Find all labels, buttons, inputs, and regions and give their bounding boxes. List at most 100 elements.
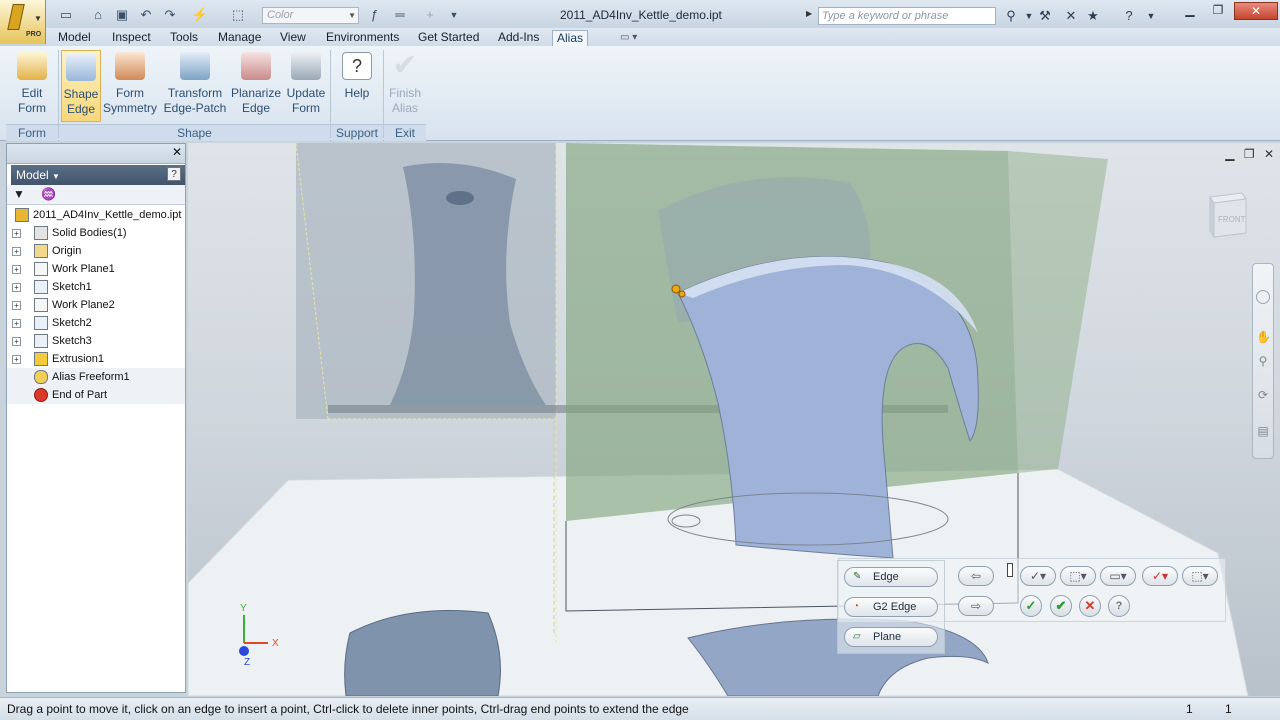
- binoculars-icon[interactable]: ♒: [41, 187, 56, 201]
- update-icon[interactable]: ⚡: [190, 6, 210, 24]
- filter-icon[interactable]: ▼: [13, 187, 25, 201]
- help-button[interactable]: ? Help: [337, 50, 377, 122]
- open-file-icon[interactable]: ⌂: [88, 6, 108, 24]
- binoculars-icon[interactable]: ⚲: [1002, 7, 1020, 25]
- application-menu-button[interactable]: ▼ PRO: [0, 0, 46, 44]
- plus-icon[interactable]: +: [420, 6, 440, 24]
- form-symmetry-button[interactable]: Form Symmetry: [102, 50, 158, 122]
- minimize-button[interactable]: ▁: [1176, 2, 1204, 20]
- expand-icon[interactable]: +: [12, 247, 21, 256]
- search-input[interactable]: Type a keyword or phrase: [818, 7, 996, 25]
- minimize-icon[interactable]: ▁: [1225, 147, 1234, 161]
- tree-item-label: Solid Bodies(1): [52, 227, 127, 239]
- communication-center-icon[interactable]: ✕: [1062, 7, 1080, 25]
- shape-edge-button[interactable]: Shape Edge: [61, 50, 101, 122]
- expand-icon[interactable]: +: [12, 283, 21, 292]
- new-file-icon[interactable]: ▭: [56, 6, 76, 24]
- tree-item-work-plane2[interactable]: + Work Plane2: [7, 296, 185, 314]
- redo-shape-button[interactable]: ⇨: [958, 596, 994, 616]
- expand-icon[interactable]: +: [12, 319, 21, 328]
- color-combo[interactable]: Color ▼: [262, 7, 359, 24]
- favorites-star-icon[interactable]: ★: [1084, 7, 1102, 25]
- measure-icon[interactable]: ═: [390, 6, 410, 24]
- graphics-viewport[interactable]: Y X Z ▁ ❐ ✕ FRONT ✋ ⚲ ⟳ ▤ ✎ Edge ◔ G2 Ed…: [188, 143, 1280, 696]
- close-button[interactable]: ✕: [1234, 2, 1278, 20]
- expand-icon[interactable]: +: [12, 229, 21, 238]
- continuity-dropdown[interactable]: ✓▾: [1142, 566, 1178, 586]
- help-dropdown-icon[interactable]: ▼: [1142, 7, 1160, 25]
- control-point[interactable]: [671, 284, 681, 294]
- expand-icon[interactable]: +: [12, 355, 21, 364]
- plane-mode-button[interactable]: ▱ Plane: [844, 627, 938, 647]
- tree-item-solid-bodies[interactable]: + Solid Bodies(1): [7, 224, 185, 242]
- part-icon: [15, 208, 29, 222]
- options-dropdown[interactable]: ⬚▾: [1182, 566, 1218, 586]
- tab-alias[interactable]: Alias: [552, 30, 589, 47]
- cancel-x-icon[interactable]: ✕: [1079, 595, 1101, 617]
- expand-icon[interactable]: +: [12, 265, 21, 274]
- help-circle-icon[interactable]: ?: [1120, 7, 1138, 25]
- tree-item-alias-freeform1[interactable]: Alias Freeform1: [7, 368, 185, 386]
- toolbar-grip-icon[interactable]: [1007, 563, 1013, 577]
- apply-check-icon[interactable]: ✓: [1020, 595, 1042, 617]
- restore-icon[interactable]: ❐: [1244, 147, 1255, 161]
- update-form-button[interactable]: Update Form: [284, 50, 328, 122]
- zoom-icon[interactable]: ⚲: [1256, 354, 1270, 368]
- save-icon[interactable]: ▣: [112, 6, 132, 24]
- tree-item-sketch1[interactable]: + Sketch1: [7, 278, 185, 296]
- pan-icon[interactable]: ✋: [1256, 330, 1271, 344]
- edge-mode-button[interactable]: ✎ Edge: [844, 567, 938, 587]
- undo-icon[interactable]: ↶: [136, 6, 156, 24]
- tree-item-part[interactable]: 2011_AD4Inv_Kettle_demo.ipt: [7, 206, 185, 224]
- tree-item-origin[interactable]: + Origin: [7, 242, 185, 260]
- look-at-icon[interactable]: ▤: [1256, 424, 1270, 438]
- select-icon[interactable]: ⬚: [228, 6, 248, 24]
- tree-item-sketch2[interactable]: + Sketch2: [7, 314, 185, 332]
- expand-icon[interactable]: +: [12, 301, 21, 310]
- steering-wheel-icon[interactable]: [1256, 290, 1270, 304]
- tree-item-work-plane1[interactable]: + Work Plane1: [7, 260, 185, 278]
- tree-item-end-of-part[interactable]: End of Part: [7, 386, 185, 404]
- undo-shape-button[interactable]: ⇦: [958, 566, 994, 586]
- status-bar: Drag a point to move it, click on an edg…: [0, 697, 1280, 720]
- tab-inspect[interactable]: Inspect: [108, 30, 155, 47]
- orbit-icon[interactable]: ⟳: [1256, 388, 1270, 402]
- tree-item-extrusion1[interactable]: + Extrusion1: [7, 350, 185, 368]
- curve-type-dropdown[interactable]: ✓▾: [1020, 566, 1056, 586]
- close-icon[interactable]: ✕: [172, 145, 182, 159]
- apply-continue-icon[interactable]: ✔: [1050, 595, 1072, 617]
- tab-tools[interactable]: Tools: [166, 30, 202, 47]
- redo-icon[interactable]: ↷: [160, 6, 180, 24]
- parameters-icon[interactable]: ƒ: [364, 6, 384, 24]
- tab-add-ins[interactable]: Add-Ins: [494, 30, 543, 47]
- viewcube[interactable]: FRONT: [1206, 189, 1248, 239]
- planarize-edge-button[interactable]: Planarize Edge: [230, 50, 282, 122]
- search-expand-icon[interactable]: ▶: [806, 9, 812, 18]
- tree-item-sketch3[interactable]: + Sketch3: [7, 332, 185, 350]
- g2-edge-mode-button[interactable]: ◔ G2 Edge: [844, 597, 938, 617]
- finish-alias-label: Finish Alias: [388, 86, 421, 115]
- control-point[interactable]: [678, 290, 686, 298]
- tools-icon[interactable]: ⚒: [1036, 7, 1054, 25]
- mini-toolbar-help-icon[interactable]: ?: [1108, 595, 1130, 617]
- finish-alias-button[interactable]: ✔ Finish Alias: [385, 50, 425, 122]
- tree-item-label: Extrusion1: [52, 353, 104, 365]
- restore-button[interactable]: ❐: [1204, 2, 1232, 20]
- close-icon[interactable]: ✕: [1264, 147, 1274, 161]
- browser-title-bar[interactable]: Model ▼ ?: [11, 165, 185, 185]
- ribbon-options-icon[interactable]: ▭ ▾: [616, 30, 641, 47]
- shape-edge-label: Shape Edge: [63, 87, 99, 116]
- browser-help-icon[interactable]: ?: [167, 167, 181, 181]
- tab-environments[interactable]: Environments: [322, 30, 403, 47]
- edit-form-button[interactable]: Edit Form: [10, 50, 54, 122]
- tab-manage[interactable]: Manage: [214, 30, 265, 47]
- display-dropdown[interactable]: ▭▾: [1100, 566, 1136, 586]
- transform-edge-patch-button[interactable]: Transform Edge-Patch: [162, 50, 228, 122]
- qat-dropdown-icon[interactable]: ▼: [444, 6, 464, 24]
- tab-model[interactable]: Model: [54, 30, 95, 47]
- frame-dropdown[interactable]: ⬚▾: [1060, 566, 1096, 586]
- tree-item-label: Origin: [52, 245, 82, 257]
- expand-icon[interactable]: +: [12, 337, 21, 346]
- tab-view[interactable]: View: [276, 30, 310, 47]
- tab-get-started[interactable]: Get Started: [414, 30, 483, 47]
